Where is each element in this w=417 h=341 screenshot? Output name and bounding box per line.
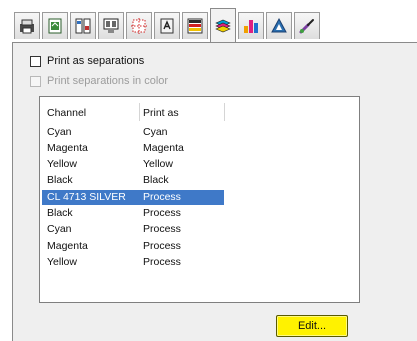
print-options-dialog: Print as separations Print separations i… (0, 0, 417, 341)
separations-icon (215, 19, 231, 32)
list-item[interactable]: Cyan Process (42, 222, 224, 237)
print-as-cell: Cyan (143, 126, 168, 138)
list-item[interactable]: Magenta Process (42, 239, 224, 254)
marks-icon (131, 18, 147, 34)
channel-cell: Black (47, 174, 73, 186)
print-as-cell: Process (143, 240, 181, 252)
channel-list[interactable]: Channel Print as Cyan Cyan Magenta Magen… (39, 96, 360, 303)
channel-cell: CL 4713 SILVER (47, 191, 126, 203)
column-divider[interactable] (224, 103, 225, 121)
tab-brush[interactable] (294, 12, 320, 39)
tab-page-setup[interactable] (42, 12, 68, 39)
printer-icon (20, 19, 34, 34)
page-setup-icon (48, 18, 62, 34)
channel-cell: Yellow (47, 256, 77, 268)
list-item-selected[interactable]: CL 4713 SILVER Process (42, 190, 224, 205)
tab-postscript[interactable] (266, 12, 292, 39)
list-item[interactable]: Cyan Cyan (42, 125, 224, 140)
tab-color-bars[interactable] (182, 12, 208, 39)
channel-cell: Magenta (47, 142, 88, 154)
print-separations-in-color-row: Print separations in color (30, 73, 168, 89)
print-as-cell: Yellow (143, 158, 173, 170)
list-item[interactable]: Magenta Magenta (42, 141, 224, 156)
fonts-icon (160, 18, 174, 34)
tab-marks[interactable] (126, 12, 152, 39)
channel-cell: Black (47, 207, 73, 219)
list-item[interactable]: Black Black (42, 173, 224, 188)
column-header-print-as[interactable]: Print as (143, 105, 179, 121)
postscript-icon (271, 17, 287, 33)
brush-icon (299, 19, 314, 34)
list-item[interactable]: Yellow Process (42, 255, 224, 270)
print-as-cell: Process (143, 256, 181, 268)
channel-cell: Cyan (47, 126, 72, 138)
tab-fonts[interactable] (154, 12, 180, 39)
print-as-separations-checkbox[interactable] (30, 55, 41, 67)
print-as-cell: Process (143, 191, 181, 203)
color-bars-icon (187, 18, 203, 34)
print-separations-in-color-label: Print separations in color (47, 75, 169, 87)
channel-cell: Magenta (47, 240, 88, 252)
tab-layout[interactable] (70, 12, 96, 39)
print-as-cell: Process (143, 223, 181, 235)
tab-printer[interactable] (14, 12, 40, 39)
print-separations-in-color-checkbox (30, 75, 41, 87)
tab-imposition[interactable] (98, 12, 124, 39)
imposition-icon (103, 18, 119, 33)
list-item[interactable]: Black Process (42, 206, 224, 221)
print-as-cell: Process (143, 207, 181, 219)
tab-separations[interactable] (210, 8, 236, 42)
channel-cell: Cyan (47, 223, 72, 235)
column-divider[interactable] (139, 103, 140, 121)
prepress-icon (244, 20, 258, 33)
tab-prepress[interactable] (238, 12, 264, 39)
tab-strip (14, 8, 417, 44)
layout-icon (75, 18, 91, 34)
list-item[interactable]: Yellow Yellow (42, 157, 224, 172)
print-as-cell: Magenta (143, 142, 184, 154)
print-as-separations-row[interactable]: Print as separations (30, 53, 144, 69)
print-as-separations-label: Print as separations (47, 55, 145, 67)
column-header-channel[interactable]: Channel (47, 105, 86, 121)
print-as-cell: Black (143, 174, 169, 186)
edit-button[interactable]: Edit... (276, 315, 348, 337)
channel-cell: Yellow (47, 158, 77, 170)
